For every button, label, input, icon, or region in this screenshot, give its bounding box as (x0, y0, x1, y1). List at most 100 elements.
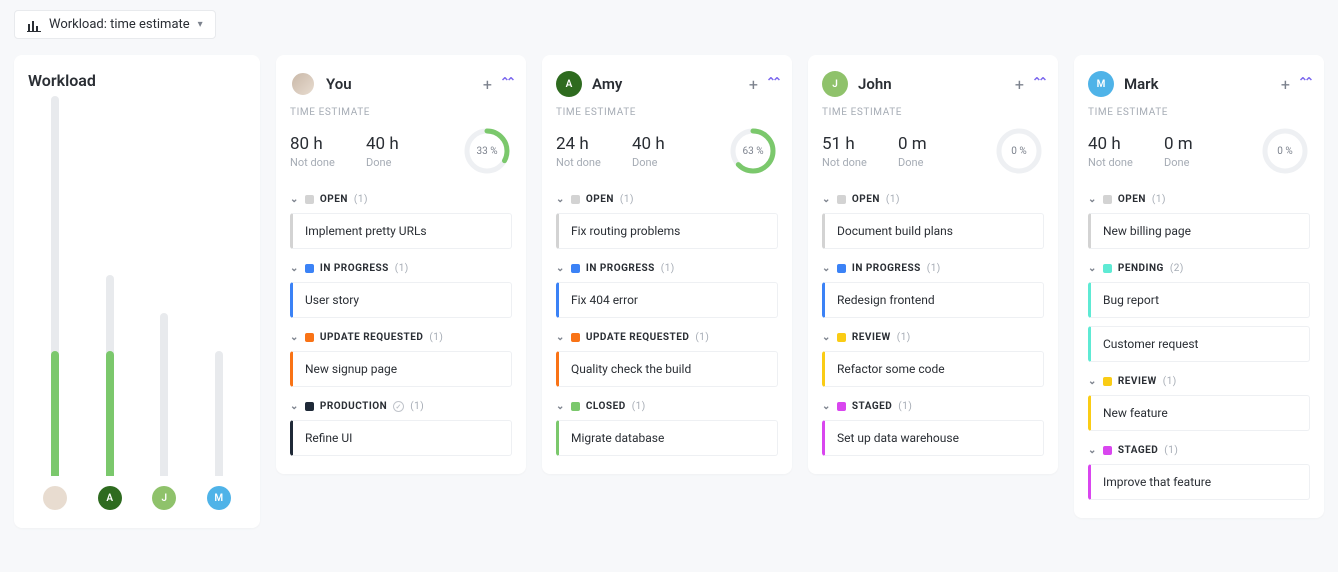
not-done-value: 51 h (822, 134, 886, 154)
task-card[interactable]: New billing page (1088, 213, 1310, 249)
workload-summary-card: WorkloadAJM (14, 55, 260, 528)
status-count: (1) (1164, 445, 1178, 456)
time-estimate-label: TIME ESTIMATE (290, 107, 512, 118)
workload-bar-amy[interactable]: A (98, 96, 122, 510)
task-card[interactable]: User story (290, 282, 512, 318)
status-label: REVIEW (1118, 376, 1157, 387)
chevron-down-icon: ⌄ (290, 194, 299, 205)
status-swatch (837, 333, 846, 342)
task-card[interactable]: New feature (1088, 395, 1310, 431)
status-section-header[interactable]: ⌄REVIEW(1) (1088, 376, 1310, 387)
done-value: 40 h (632, 134, 696, 154)
status-section-header[interactable]: ⌄OPEN(1) (1088, 194, 1310, 205)
task-card[interactable]: Set up data warehouse (822, 420, 1044, 456)
task-card[interactable]: Refactor some code (822, 351, 1044, 387)
avatar[interactable]: M (207, 486, 231, 510)
status-swatch (837, 402, 846, 411)
avatar[interactable]: J (822, 71, 848, 97)
workload-bar-mark[interactable]: M (207, 96, 231, 510)
status-swatch (305, 402, 314, 411)
avatar[interactable]: J (152, 486, 176, 510)
status-section-header[interactable]: ⌄STAGED(1) (1088, 445, 1310, 456)
status-section-header[interactable]: ⌄PRODUCTION✓(1) (290, 401, 512, 412)
status-section-header[interactable]: ⌄UPDATE REQUESTED(1) (290, 332, 512, 343)
done-value: 0 m (898, 134, 962, 154)
status-swatch (571, 195, 580, 204)
user-card-you: You+⌃⌃TIME ESTIMATE80 hNot done40 hDone3… (276, 55, 526, 474)
bar-total (160, 313, 168, 476)
task-card[interactable]: Fix 404 error (556, 282, 778, 318)
task-card[interactable]: Fix routing problems (556, 213, 778, 249)
status-label: PENDING (1118, 263, 1164, 274)
status-label: REVIEW (852, 332, 891, 343)
status-section-header[interactable]: ⌄IN PROGRESS(1) (290, 263, 512, 274)
status-count: (2) (1170, 263, 1184, 274)
status-swatch (1103, 446, 1112, 455)
status-swatch (1103, 377, 1112, 386)
status-label: CLOSED (586, 401, 626, 412)
status-section-header[interactable]: ⌄OPEN(1) (556, 194, 778, 205)
user-name: You (326, 75, 352, 93)
status-swatch (1103, 264, 1112, 273)
status-section-header[interactable]: ⌄OPEN(1) (290, 194, 512, 205)
avatar[interactable]: A (98, 486, 122, 510)
task-card[interactable]: Implement pretty URLs (290, 213, 512, 249)
task-card[interactable]: Document build plans (822, 213, 1044, 249)
status-label: STAGED (852, 401, 892, 412)
add-task-button[interactable]: + (483, 75, 492, 94)
task-card[interactable]: Customer request (1088, 326, 1310, 362)
status-swatch (837, 195, 846, 204)
status-label: STAGED (1118, 445, 1158, 456)
status-label: IN PROGRESS (320, 263, 389, 274)
avatar[interactable] (43, 486, 67, 510)
task-card[interactable]: Bug report (1088, 282, 1310, 318)
status-label: UPDATE REQUESTED (586, 332, 689, 343)
task-card[interactable]: New signup page (290, 351, 512, 387)
task-card[interactable]: Migrate database (556, 420, 778, 456)
status-section-header[interactable]: ⌄IN PROGRESS(1) (822, 263, 1044, 274)
add-task-button[interactable]: + (749, 75, 758, 94)
status-count: (1) (410, 401, 424, 412)
status-swatch (305, 195, 314, 204)
collapse-icon[interactable]: ⌃⌃ (766, 75, 778, 89)
workload-bar-john[interactable]: J (152, 96, 176, 510)
status-label: UPDATE REQUESTED (320, 332, 423, 343)
status-section-header[interactable]: ⌄STAGED(1) (822, 401, 1044, 412)
status-section-header[interactable]: ⌄CLOSED(1) (556, 401, 778, 412)
status-count: (1) (632, 401, 646, 412)
status-section-header[interactable]: ⌄PENDING(2) (1088, 263, 1310, 274)
status-label: OPEN (852, 194, 880, 205)
task-card[interactable]: Refine UI (290, 420, 512, 456)
chevron-down-icon: ⌄ (1088, 194, 1097, 205)
status-section-header[interactable]: ⌄REVIEW(1) (822, 332, 1044, 343)
chevron-down-icon: ⌄ (556, 263, 565, 274)
add-task-button[interactable]: + (1015, 75, 1024, 94)
collapse-icon[interactable]: ⌃⌃ (1298, 75, 1310, 89)
not-done-label: Not done (1088, 156, 1152, 169)
avatar[interactable]: M (1088, 71, 1114, 97)
user-card-john: JJohn+⌃⌃TIME ESTIMATE51 hNot done0 mDone… (808, 55, 1058, 474)
chevron-down-icon: ⌄ (290, 401, 299, 412)
status-count: (1) (429, 332, 443, 343)
workload-bars: AJM (28, 110, 246, 510)
status-count: (1) (1152, 194, 1166, 205)
done-label: Done (632, 156, 696, 169)
task-card[interactable]: Redesign frontend (822, 282, 1044, 318)
collapse-icon[interactable]: ⌃⌃ (500, 75, 512, 89)
collapse-icon[interactable]: ⌃⌃ (1032, 75, 1044, 89)
status-section-header[interactable]: ⌄IN PROGRESS(1) (556, 263, 778, 274)
status-swatch (1103, 195, 1112, 204)
task-card[interactable]: Improve that feature (1088, 464, 1310, 500)
workload-bar-you[interactable] (43, 96, 67, 510)
not-done-label: Not done (556, 156, 620, 169)
workload-view-selector[interactable]: Workload: time estimate ▾ (14, 10, 216, 39)
status-section-header[interactable]: ⌄OPEN(1) (822, 194, 1044, 205)
not-done-value: 40 h (1088, 134, 1152, 154)
progress-donut: 33 % (462, 126, 512, 176)
status-section-header[interactable]: ⌄UPDATE REQUESTED(1) (556, 332, 778, 343)
avatar[interactable] (290, 71, 316, 97)
status-count: (1) (898, 401, 912, 412)
avatar[interactable]: A (556, 71, 582, 97)
add-task-button[interactable]: + (1281, 75, 1290, 94)
task-card[interactable]: Quality check the build (556, 351, 778, 387)
